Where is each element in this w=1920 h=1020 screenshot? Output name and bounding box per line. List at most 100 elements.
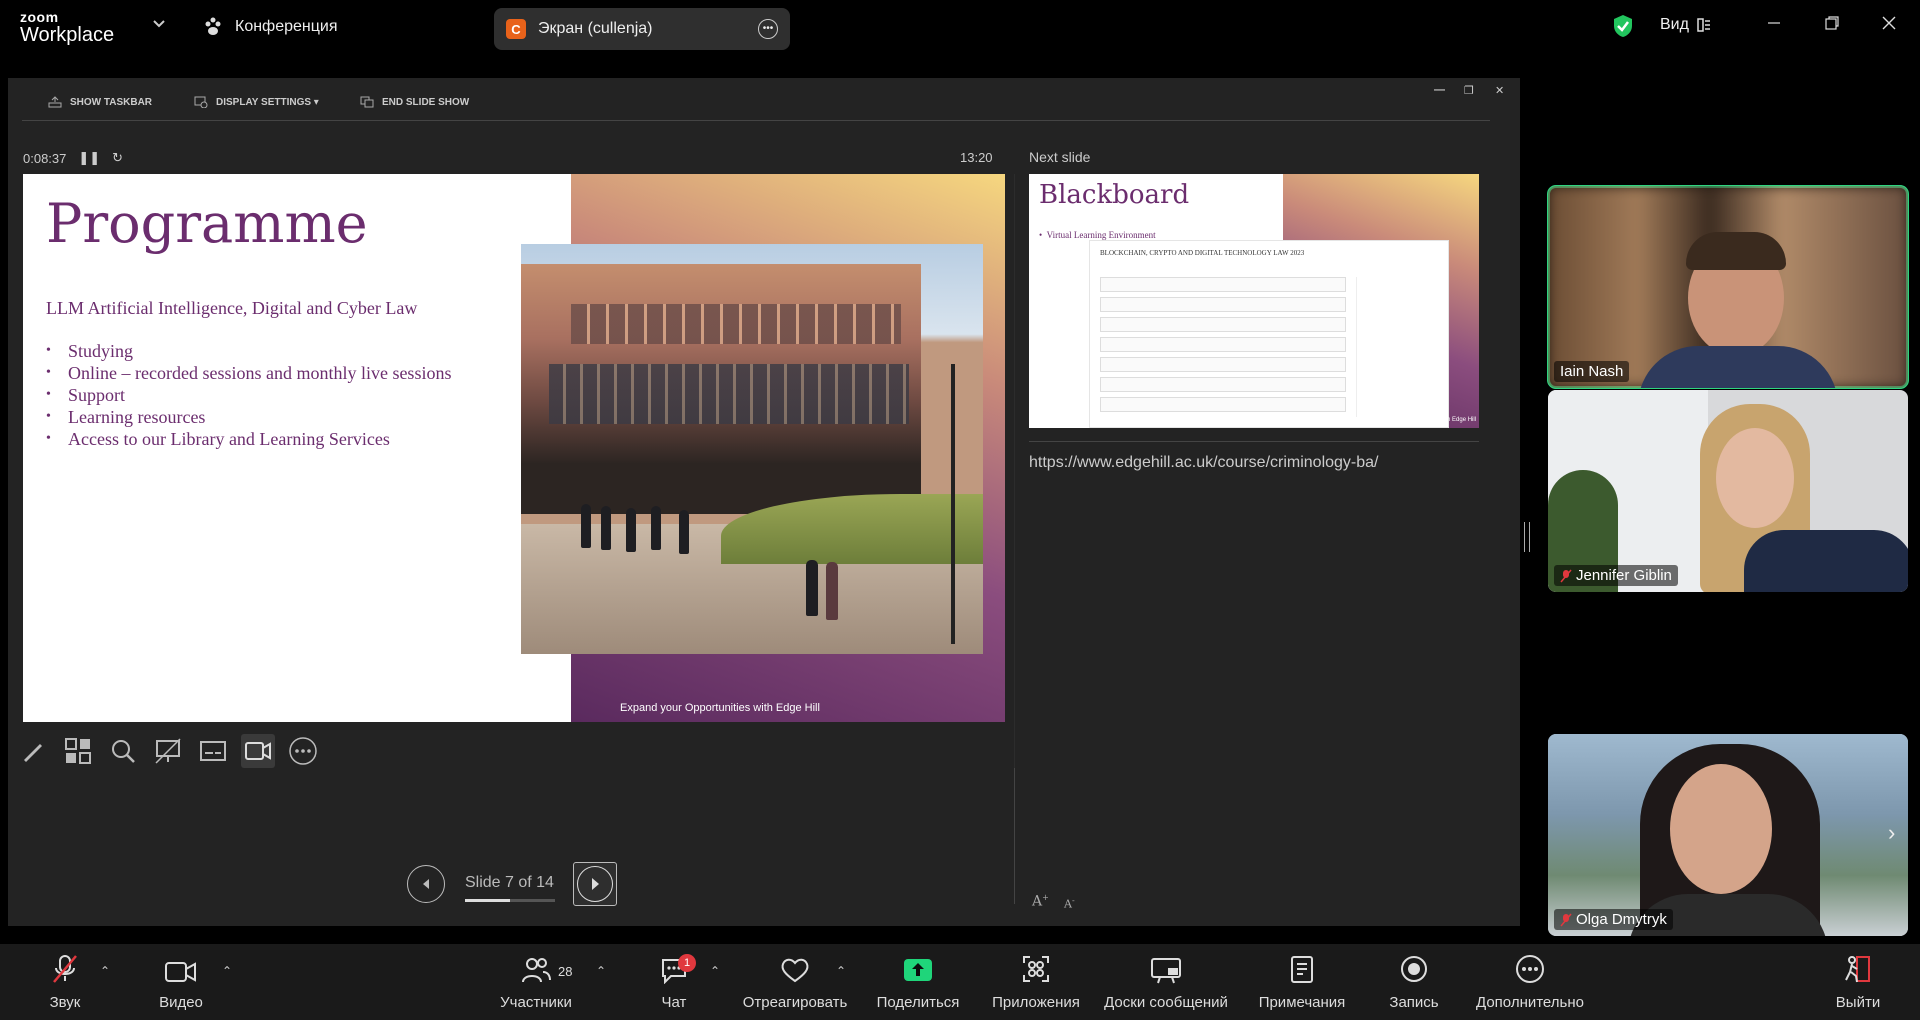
heart-icon — [781, 958, 809, 983]
next-slide-bullet: • Virtual Learning Environment — [1039, 230, 1156, 240]
pane-divider-lower — [1014, 768, 1015, 904]
slide-progress-fill — [465, 899, 510, 902]
pv-minimize-icon[interactable]: — — [1434, 84, 1445, 96]
participant-tile[interactable]: Jennifer Giblin — [1548, 390, 1908, 592]
participant-name: Jennifer Giblin — [1576, 567, 1672, 584]
chevron-down-icon[interactable] — [152, 16, 166, 32]
participants-options-caret[interactable]: ⌃ — [596, 964, 606, 978]
close-icon[interactable] — [1882, 14, 1896, 35]
audio-options-caret[interactable]: ⌃ — [100, 964, 110, 978]
video-label: Видео — [159, 994, 203, 1011]
pane-divider — [1014, 174, 1015, 768]
slide-progress — [465, 899, 555, 902]
share-label: Экран (cullenja) — [538, 20, 653, 37]
slide-bullet: Learning resources — [46, 406, 451, 428]
arrow-right-icon — [592, 878, 599, 890]
chat-options-caret[interactable]: ⌃ — [710, 964, 720, 978]
record-label: Запись — [1389, 994, 1439, 1011]
chevron-right-icon[interactable]: › — [1888, 820, 1895, 846]
elapsed-timer: 0:08:37 ❚❚ ↻ — [23, 150, 123, 166]
slide-counter[interactable]: Slide 7 of 14 — [465, 874, 554, 892]
next-slide-title: Blackboard — [1039, 180, 1190, 210]
muted-mic-icon — [1560, 569, 1572, 582]
toolbar-divider — [22, 120, 1490, 121]
share-screen-button[interactable]: Поделиться — [876, 944, 960, 1020]
restore-icon[interactable] — [1825, 14, 1839, 35]
participant-video — [1716, 428, 1794, 528]
next-slide-footer: Expand your Opportunities with Edge Hill — [1367, 417, 1477, 423]
taskbar-icon — [48, 96, 62, 108]
notes-button[interactable]: Примечания — [1254, 944, 1350, 1020]
slide-subtitle: LLM Artificial Intelligence, Digital and… — [46, 298, 418, 318]
next-slide-label: Next slide — [1029, 149, 1091, 165]
audio-label: Звук — [49, 994, 81, 1011]
participants-button[interactable]: Участники — [496, 944, 576, 1020]
leave-icon — [1845, 956, 1870, 983]
blackboard-screenshot: BLOCKCHAIN, CRYPTO AND DIGITAL TECHNOLOG… — [1089, 240, 1449, 428]
camera-toggle-icon[interactable] — [241, 734, 275, 768]
see-all-slides-icon[interactable] — [61, 734, 95, 768]
more-options-icon[interactable] — [286, 734, 320, 768]
video-options-caret[interactable]: ⌃ — [222, 964, 232, 978]
end-slide-show-button[interactable]: END SLIDE SHOW — [360, 96, 469, 108]
participant-tile[interactable]: Iain Nash — [1547, 185, 1909, 389]
slide-bullet: Access to our Library and Learning Servi… — [46, 428, 451, 450]
notes-divider — [1029, 441, 1479, 442]
zoom-logo[interactable]: zoom Workplace — [20, 10, 114, 45]
display-settings-button[interactable]: DISPLAY SETTINGS ▾ — [194, 96, 319, 108]
record-button[interactable]: Запись — [1386, 944, 1442, 1020]
pen-icon[interactable] — [16, 734, 50, 768]
restart-icon[interactable]: ↻ — [112, 150, 123, 166]
participant-tile[interactable]: Olga Dmytryk — [1548, 734, 1908, 936]
next-slide-preview[interactable]: Blackboard • Virtual Learning Environmen… — [1029, 174, 1479, 428]
share-screen-icon — [904, 959, 932, 981]
next-slide-button[interactable] — [573, 862, 617, 906]
pv-close-icon[interactable]: ✕ — [1495, 84, 1504, 97]
view-label: Вид — [1660, 16, 1689, 33]
meeting-info-button[interactable]: Конференция — [203, 16, 338, 38]
leave-button[interactable]: Выйти — [1830, 944, 1886, 1020]
current-slide[interactable]: Programme LLM Artificial Intelligence, D… — [23, 174, 1005, 722]
audio-button[interactable]: Звук — [40, 944, 90, 1020]
previous-slide-button[interactable] — [407, 865, 445, 903]
video-button[interactable]: Видео — [156, 944, 206, 1020]
participants-icon — [205, 17, 221, 35]
show-taskbar-button[interactable]: SHOW TASKBAR — [48, 96, 152, 108]
meeting-controls: Звук ⌃ Видео ⌃ Участники 28 ⌃ Чат 1 ⌃ От… — [0, 944, 1920, 1020]
presenter-view-window: SHOW TASKBAR DISPLAY SETTINGS ▾ END SLID… — [8, 78, 1520, 926]
react-button[interactable]: Отреагировать — [740, 944, 850, 1020]
pv-restore-icon[interactable]: ❐ — [1464, 84, 1474, 97]
video-camera-icon — [165, 962, 196, 982]
pause-icon[interactable]: ❚❚ — [78, 150, 100, 166]
decrease-font-icon[interactable]: A- — [1064, 896, 1075, 911]
more-button[interactable]: Дополнительно — [1472, 944, 1588, 1020]
slide-bullet: Support — [46, 384, 451, 406]
apps-icon — [1023, 956, 1049, 982]
zoom-icon[interactable] — [106, 734, 140, 768]
campus-photo — [521, 244, 983, 654]
whiteboards-button[interactable]: Доски сообщений — [1100, 944, 1232, 1020]
slide-title: Programme — [46, 192, 368, 255]
elapsed-time: 0:08:37 — [23, 150, 67, 166]
show-taskbar-label: SHOW TASKBAR — [70, 96, 153, 108]
subtitles-icon[interactable] — [196, 734, 230, 768]
participants-icon — [522, 958, 551, 983]
more-options-icon[interactable]: ••• — [758, 19, 778, 39]
participant-name: Iain Nash — [1560, 363, 1624, 380]
muted-mic-icon — [1560, 913, 1572, 926]
increase-font-icon[interactable]: A+ — [1032, 893, 1049, 910]
screen-share-pill[interactable]: C Экран (cullenja) ••• — [494, 8, 790, 50]
whiteboard-icon — [1151, 958, 1181, 984]
react-options-caret[interactable]: ⌃ — [836, 964, 846, 978]
more-icon — [1516, 955, 1544, 983]
current-time: 13:20 — [960, 150, 993, 165]
react-label: Отреагировать — [742, 994, 848, 1011]
view-button[interactable]: Вид — [1660, 16, 1711, 34]
presenter-toolbar: SHOW TASKBAR DISPLAY SETTINGS ▾ END SLID… — [8, 78, 1520, 126]
apps-button[interactable]: Приложения — [988, 944, 1084, 1020]
speaker-notes[interactable]: https://www.edgehill.ac.uk/course/crimin… — [1029, 454, 1379, 472]
black-screen-icon[interactable] — [151, 734, 185, 768]
minimize-icon[interactable] — [1767, 14, 1781, 35]
security-shield-icon[interactable] — [1612, 14, 1634, 43]
panel-resize-handle[interactable] — [1524, 522, 1530, 552]
